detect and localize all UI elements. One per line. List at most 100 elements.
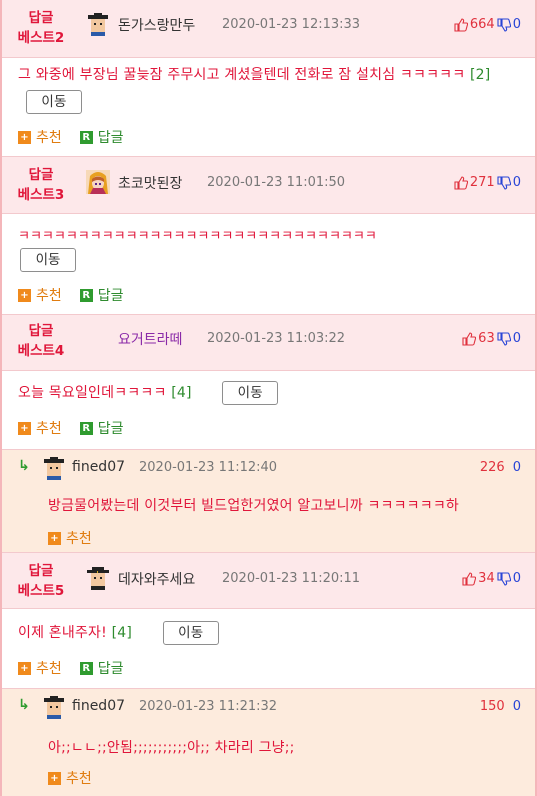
- downvote-count: 0: [512, 331, 521, 346]
- avatar[interactable]: [42, 456, 66, 480]
- reply-votes: 150 0: [480, 699, 521, 714]
- reply-r-icon: R: [79, 421, 93, 435]
- best-badge: 답글 베스트5: [10, 561, 72, 601]
- comment-header: 답글 베스트3 초코맛된장 2020-01-23 11:01:50 271 0: [2, 157, 535, 214]
- reply-r-icon: R: [79, 130, 93, 144]
- reply-r-icon: R: [79, 288, 93, 302]
- comment-body: 오늘 목요일인데ㅋㅋㅋㅋ: [18, 385, 167, 401]
- comment-header: 답글 베스트4 요거트라떼 2020-01-23 11:03:22 63 0: [2, 315, 535, 371]
- reply-text: 아;;ㄴㄴ;;안됨;;;;;;;;;;;아;; 차라리 그냥;;: [48, 740, 295, 756]
- move-button[interactable]: 이동: [222, 381, 279, 405]
- recommend-button[interactable]: + 추천: [18, 658, 62, 678]
- upvote-count: 664: [469, 17, 495, 32]
- avatar[interactable]: [42, 695, 66, 719]
- plus-square-icon: +: [48, 531, 61, 545]
- reply-button[interactable]: R 답글: [79, 127, 124, 147]
- badge-line2: 베스트4: [17, 343, 65, 359]
- recommend-button[interactable]: + 추천: [18, 127, 62, 147]
- plus-square-icon: +: [48, 771, 61, 785]
- comment-text: 오늘 목요일인데ㅋㅋㅋㅋ [4] 이동: [18, 380, 521, 407]
- author-name[interactable]: 데자와주세요: [118, 569, 195, 589]
- comment-actions: + 추천 R 답글: [18, 418, 124, 438]
- recommend-label: 추천: [36, 130, 62, 146]
- vote-box: 34 0: [462, 571, 521, 586]
- plus-square-icon: +: [18, 661, 31, 675]
- best-badge: 답글 베스트2: [10, 8, 72, 48]
- move-button[interactable]: 이동: [162, 621, 219, 645]
- reply-button[interactable]: R 답글: [79, 418, 124, 438]
- recommend-button[interactable]: + 추천: [18, 285, 62, 305]
- avatar[interactable]: [86, 566, 110, 590]
- downvote-count: 0: [512, 175, 521, 190]
- reply-upvote-count: 150: [479, 699, 505, 714]
- badge-line2: 베스트5: [17, 583, 65, 599]
- recommend-label: 추천: [66, 531, 92, 547]
- reply-author[interactable]: fined07: [72, 459, 125, 475]
- reply-label: 답글: [97, 130, 124, 146]
- reply-votes: 226 0: [480, 460, 521, 475]
- thumbs-down-icon[interactable]: [497, 331, 511, 346]
- move-button[interactable]: 이동: [20, 248, 76, 272]
- reply-arrow-icon: ↳: [18, 697, 30, 713]
- reply-button[interactable]: R 답글: [79, 658, 124, 678]
- reply-date: 2020-01-23 11:12:40: [139, 460, 278, 475]
- comment-header: 답글 베스트2 돈가스랑만두 2020-01-23 12:13:33 664 0: [2, 0, 535, 58]
- badge-line1: 답글: [28, 563, 54, 579]
- thumbs-up-icon[interactable]: [454, 175, 468, 190]
- downvote-count: 0: [512, 571, 521, 586]
- reply-count: [4]: [171, 385, 192, 401]
- badge-line1: 답글: [28, 10, 54, 26]
- reply-date: 2020-01-23 11:21:32: [139, 699, 278, 714]
- vote-box: 664 0: [454, 17, 521, 32]
- reply-text: 방금물어봤는데 이것부터 빌드업한거였어 알고보니까 ㅋㅋㅋㅋㅋㅋ하: [48, 498, 459, 514]
- thumbs-up-icon[interactable]: [462, 571, 477, 586]
- avatar[interactable]: [86, 12, 110, 36]
- move-button[interactable]: 이동: [26, 90, 82, 114]
- reply-downvote-count: 0: [512, 460, 521, 475]
- upvote-count: 63: [478, 331, 495, 346]
- reply-upvote-count: 226: [479, 460, 505, 475]
- comment-actions: + 추천 R 답글: [18, 127, 124, 147]
- thumbs-down-icon[interactable]: [497, 17, 511, 32]
- recommend-label: 추천: [36, 421, 62, 437]
- reply-recommend-button[interactable]: + 추천: [48, 768, 92, 788]
- vote-box: 271 0: [454, 175, 521, 190]
- thumbs-up-icon[interactable]: [462, 331, 477, 346]
- thumbs-down-icon[interactable]: [497, 571, 511, 586]
- reply-label: 답글: [97, 661, 124, 677]
- author-name[interactable]: 초코맛된장: [118, 173, 182, 193]
- upvote-count: 34: [478, 571, 495, 586]
- badge-line2: 베스트3: [17, 187, 65, 203]
- recommend-button[interactable]: + 추천: [18, 418, 62, 438]
- thumbs-down-icon[interactable]: [497, 175, 511, 190]
- recommend-label: 추천: [66, 771, 92, 787]
- reply-author[interactable]: fined07: [72, 698, 125, 714]
- recommend-label: 추천: [36, 288, 62, 304]
- reply-button[interactable]: R 답글: [79, 285, 124, 305]
- comment-date: 2020-01-23 11:20:11: [222, 571, 361, 586]
- comment-text: 이제 혼내주자! [4] 이동: [18, 620, 521, 647]
- thumbs-up-icon[interactable]: [454, 17, 468, 32]
- comment-text: ㅋㅋㅋㅋㅋㅋㅋㅋㅋㅋㅋㅋㅋㅋㅋㅋㅋㅋㅋㅋㅋㅋㅋㅋㅋㅋㅋㅋㅋㅋ: [18, 223, 521, 250]
- avatar[interactable]: [86, 170, 110, 194]
- comment-text: 그 와중에 부장님 꿀늦잠 주무시고 계셨을텐데 전화로 잠 설치심 ㅋㅋㅋㅋㅋ…: [18, 62, 521, 116]
- best-badge: 답글 베스트4: [10, 321, 72, 361]
- reply-downvote-count: 0: [512, 699, 521, 714]
- comment-date: 2020-01-23 12:13:33: [222, 17, 361, 32]
- vote-box: 63 0: [462, 331, 521, 346]
- plus-square-icon: +: [18, 421, 31, 435]
- comment-actions: + 추천 R 답글: [18, 658, 124, 678]
- author-name[interactable]: 돈가스랑만두: [118, 15, 195, 35]
- reply-r-icon: R: [79, 661, 93, 675]
- author-name[interactable]: 요거트라떼: [118, 329, 182, 349]
- comment-body: 그 와중에 부장님 꿀늦잠 주무시고 계셨을텐데 전화로 잠 설치심 ㅋㅋㅋㅋㅋ: [18, 67, 466, 83]
- comment-date: 2020-01-23 11:03:22: [207, 331, 346, 346]
- downvote-count: 0: [512, 17, 521, 32]
- best-badge: 답글 베스트3: [10, 165, 72, 205]
- reply-recommend-button[interactable]: + 추천: [48, 528, 92, 548]
- reply-arrow-icon: ↳: [18, 458, 30, 474]
- reply-label: 답글: [97, 421, 124, 437]
- plus-square-icon: +: [18, 130, 31, 144]
- comment-list: 답글 베스트2 돈가스랑만두 2020-01-23 12:13:33 664 0…: [0, 0, 537, 796]
- upvote-count: 271: [469, 175, 495, 190]
